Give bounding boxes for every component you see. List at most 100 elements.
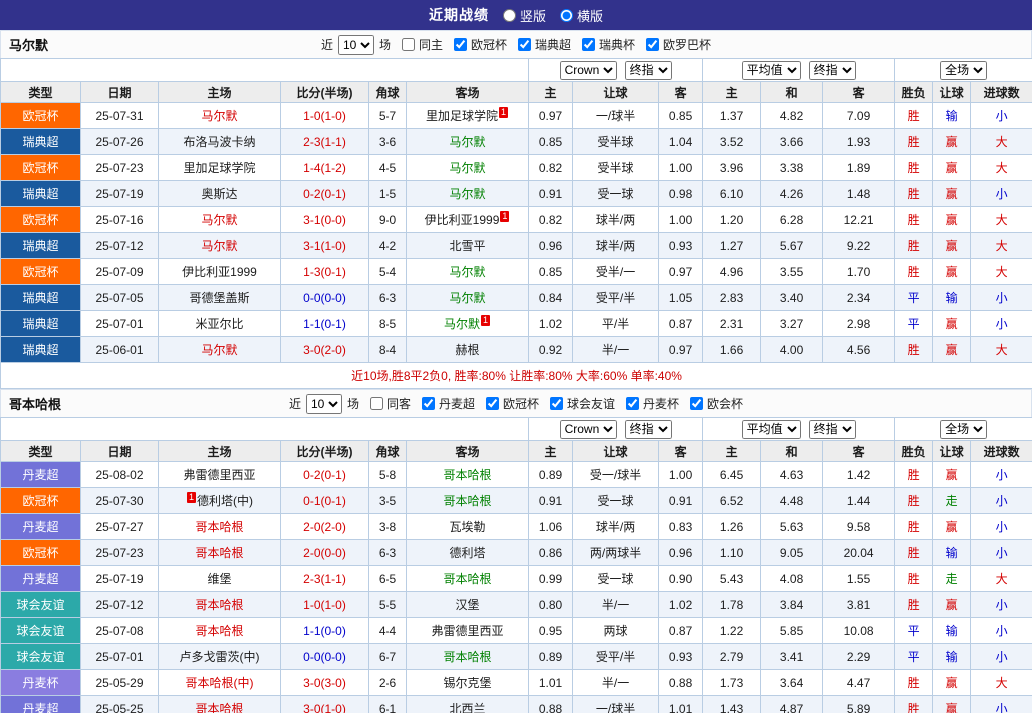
home-team-name[interactable]: 哥本哈根 <box>195 520 243 534</box>
result-scope-select[interactable]: 全场 <box>940 420 987 439</box>
league-filter-checkbox[interactable] <box>626 397 639 410</box>
away-team-name[interactable]: 瓦埃勒 <box>450 520 486 534</box>
away-team-name[interactable]: 北西兰 <box>450 702 486 713</box>
euro-draw-odds: 4.08 <box>761 566 823 592</box>
home-team-name[interactable]: 奥斯达 <box>201 187 237 201</box>
away-team-name[interactable]: 马尔默 <box>450 265 486 279</box>
asian-odds-stage-select[interactable]: 终指 <box>625 420 672 439</box>
home-team-name[interactable]: 弗雷德里西亚 <box>183 468 255 482</box>
home-team-cell: 哥本哈根 <box>159 618 281 644</box>
away-team-name[interactable]: 马尔默 <box>450 135 486 149</box>
league-filter-checkbox[interactable] <box>454 38 467 51</box>
bookmaker-select[interactable]: Crown <box>560 420 617 439</box>
asian-home-odds: 1.01 <box>529 670 573 696</box>
euro-odds-stage-select[interactable]: 终指 <box>809 61 856 80</box>
away-team-name[interactable]: 马尔默 <box>450 187 486 201</box>
league-filter-label: 欧罗巴杯 <box>663 36 711 53</box>
away-team-name[interactable]: 锡尔克堡 <box>444 676 492 690</box>
results-table: Crown终指平均值终指全场类型日期主场比分(半场)角球客场主让球客主和客胜负让… <box>0 417 1032 713</box>
home-team-name[interactable]: 伊比利亚1999 <box>182 265 257 279</box>
away-team-name[interactable]: 马尔默 <box>444 317 480 331</box>
asian-odds-stage-select[interactable]: 终指 <box>625 61 672 80</box>
home-team-name[interactable]: 马尔默 <box>201 109 237 123</box>
bookmaker-select[interactable]: Crown <box>560 61 617 80</box>
home-team-cell: 马尔默 <box>159 207 281 233</box>
league-filter-checkbox[interactable] <box>486 397 499 410</box>
away-team-name[interactable]: 北雪平 <box>450 239 486 253</box>
home-team-name[interactable]: 哥本哈根 <box>195 598 243 612</box>
home-team-name[interactable]: 里加足球学院 <box>183 161 255 175</box>
result-scope-select[interactable]: 全场 <box>940 61 987 80</box>
vertical-layout-radio[interactable] <box>503 9 516 22</box>
filter-row: 马尔默近10场同主欧冠杯瑞典超瑞典杯欧罗巴杯 <box>0 30 1032 58</box>
asian-away-odds: 0.97 <box>659 337 703 363</box>
page-title: 近期战绩 <box>429 5 489 25</box>
away-team-name[interactable]: 哥本哈根 <box>444 650 492 664</box>
home-team-name[interactable]: 卢多戈雷茨(中) <box>180 650 260 664</box>
home-team-name[interactable]: 哥德堡盖斯 <box>189 291 249 305</box>
date-cell: 25-06-01 <box>81 337 159 363</box>
home-team-name[interactable]: 哥本哈根 <box>195 624 243 638</box>
horizontal-layout-radio[interactable] <box>560 9 573 22</box>
away-team-name[interactable]: 哥本哈根 <box>444 572 492 586</box>
euro-draw-odds: 3.40 <box>761 285 823 311</box>
euro-draw-odds: 4.87 <box>761 696 823 713</box>
league-filter-label: 欧会杯 <box>707 395 743 412</box>
home-team-name[interactable]: 马尔默 <box>201 343 237 357</box>
near-count-select[interactable]: 10 <box>306 394 342 414</box>
away-team-name[interactable]: 汉堡 <box>456 598 480 612</box>
score-cell: 2-0(2-0) <box>281 514 369 540</box>
league-filter-checkbox[interactable] <box>550 397 563 410</box>
home-team-name[interactable]: 马尔默 <box>201 239 237 253</box>
league-filter-checkbox[interactable] <box>582 38 595 51</box>
away-team-name[interactable]: 伊比利亚1999 <box>425 213 500 227</box>
euro-away-odds: 1.42 <box>823 462 895 488</box>
away-team-name[interactable]: 赫根 <box>456 343 480 357</box>
asian-home-odds: 1.06 <box>529 514 573 540</box>
league-filter-checkbox[interactable] <box>422 397 435 410</box>
home-team-name[interactable]: 布洛马波卡纳 <box>183 135 255 149</box>
euro-odds-stage-select[interactable]: 终指 <box>809 420 856 439</box>
away-team-name[interactable]: 哥本哈根 <box>444 494 492 508</box>
corners-cell: 6-7 <box>369 644 407 670</box>
away-team-name[interactable]: 弗雷德里西亚 <box>432 624 504 638</box>
home-team-name[interactable]: 哥本哈根 <box>195 702 243 713</box>
column-header: 主 <box>529 441 573 462</box>
column-header: 主场 <box>159 441 281 462</box>
same-venue-checkbox[interactable] <box>370 397 383 410</box>
match-result-cell: 胜 <box>895 592 933 618</box>
near-count-select[interactable]: 10 <box>338 35 374 55</box>
home-team-name[interactable]: 维堡 <box>207 572 231 586</box>
match-result-cell: 胜 <box>895 181 933 207</box>
same-venue-checkbox[interactable] <box>402 38 415 51</box>
horizontal-layout-label: 横版 <box>577 6 603 25</box>
away-team-name[interactable]: 马尔默 <box>450 291 486 305</box>
home-team-name[interactable]: 哥本哈根(中) <box>186 676 254 690</box>
asian-home-odds: 0.97 <box>529 103 573 129</box>
home-team-name[interactable]: 哥本哈根 <box>195 546 243 560</box>
euro-away-odds: 2.34 <box>823 285 895 311</box>
euro-odds-source-select[interactable]: 平均值 <box>742 420 801 439</box>
league-filter-checkbox[interactable] <box>646 38 659 51</box>
score-cell: 0-2(0-1) <box>281 181 369 207</box>
asian-away-odds: 0.93 <box>659 644 703 670</box>
home-team-name[interactable]: 马尔默 <box>201 213 237 227</box>
away-team-name[interactable]: 里加足球学院 <box>426 109 498 123</box>
column-header: 比分(半场) <box>281 441 369 462</box>
euro-home-odds: 3.96 <box>703 155 761 181</box>
score-cell: 3-1(0-0) <box>281 207 369 233</box>
league-filter-label: 欧冠杯 <box>471 36 507 53</box>
home-team-name[interactable]: 德利塔(中) <box>197 494 253 508</box>
home-team-name[interactable]: 米亚尔比 <box>195 317 243 331</box>
away-team-name[interactable]: 哥本哈根 <box>444 468 492 482</box>
date-cell: 25-07-01 <box>81 311 159 337</box>
handicap-cell: 受半球 <box>573 129 659 155</box>
corners-cell: 6-5 <box>369 566 407 592</box>
league-filter-checkbox[interactable] <box>518 38 531 51</box>
match-row: 欧冠杯25-07-16马尔默3-1(0-0)9-0伊比利亚199910.82球半… <box>1 207 1032 233</box>
away-team-name[interactable]: 马尔默 <box>450 161 486 175</box>
euro-odds-source-select[interactable]: 平均值 <box>742 61 801 80</box>
league-filter-checkbox[interactable] <box>690 397 703 410</box>
away-team-name[interactable]: 德利塔 <box>450 546 486 560</box>
euro-odds-source-group: 平均值终指 <box>703 59 895 82</box>
